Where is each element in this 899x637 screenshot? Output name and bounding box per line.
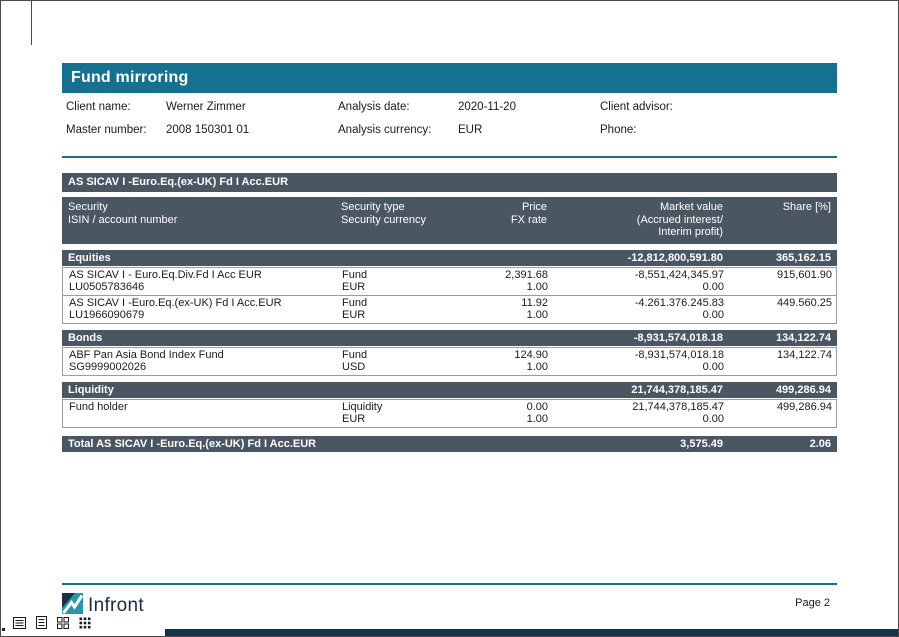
group-rows: ABF Pan Asia Bond Index Fund SG999900202… bbox=[62, 347, 837, 376]
page-number: Page 2 bbox=[795, 597, 830, 609]
group-header-row: Bonds -8,931,574,018.18 134,122.74 bbox=[62, 330, 837, 346]
group-name: Equities bbox=[62, 250, 553, 266]
tiles-view-icon[interactable] bbox=[57, 616, 69, 634]
security-name: Fund holder bbox=[69, 401, 330, 414]
market-value: -8,931,574,018.18 bbox=[560, 349, 724, 362]
security-type: Fund bbox=[342, 349, 450, 362]
col-share: Share [%] bbox=[729, 201, 837, 239]
client-name-label: Client name: bbox=[66, 99, 166, 115]
group-header-row: Equities -12,812,800,591.80 365,162.15 bbox=[62, 250, 837, 266]
security-currency: EUR bbox=[342, 413, 450, 426]
security-currency: EUR bbox=[342, 281, 450, 294]
table-row: Fund holder Liquidity EUR 0.00 1.00 21,7… bbox=[63, 400, 836, 427]
master-number-label: Master number: bbox=[66, 122, 166, 138]
accrued-interest: 0.00 bbox=[560, 413, 724, 426]
total-row: Total AS SICAV I -Euro.Eq.(ex-UK) Fd I A… bbox=[62, 436, 837, 452]
group-market-value: 21,744,378,185.47 bbox=[553, 382, 729, 398]
security-type: Fund bbox=[342, 269, 450, 282]
security-name: AS SICAV I - Euro.Eq.Div.Fd I Acc EUR bbox=[69, 269, 330, 282]
phone-value bbox=[710, 122, 837, 138]
market-value: 21,744,378,185.47 bbox=[560, 401, 724, 414]
group-liquidity: Liquidity 21,744,378,185.47 499,286.94 F… bbox=[62, 382, 837, 428]
analysis-currency-label: Analysis currency: bbox=[338, 122, 458, 138]
table-row: AS SICAV I - Euro.Eq.Div.Fd I Acc EUR LU… bbox=[63, 268, 836, 295]
group-name: Liquidity bbox=[62, 382, 553, 398]
accrued-interest: 0.00 bbox=[560, 281, 724, 294]
group-market-value: -8,931,574,018.18 bbox=[553, 330, 729, 346]
client-name-value: Werner Zimmer bbox=[166, 99, 338, 115]
security-isin: LU1966090679 bbox=[69, 309, 330, 322]
accrued-interest: 0.00 bbox=[560, 309, 724, 322]
client-info: Client name: Werner Zimmer Analysis date… bbox=[62, 99, 837, 138]
divider-rule bbox=[62, 156, 837, 158]
share: 134,122.74 bbox=[736, 349, 832, 362]
share: 499,286.94 bbox=[736, 401, 832, 414]
client-advisor-value bbox=[710, 99, 837, 115]
group-name: Bonds bbox=[62, 330, 553, 346]
viewer-bottom-bar bbox=[165, 629, 899, 637]
group-market-value: -12,812,800,591.80 bbox=[553, 250, 729, 266]
security-type: Liquidity bbox=[342, 401, 450, 414]
total-label: Total AS SICAV I -Euro.Eq.(ex-UK) Fd I A… bbox=[62, 436, 553, 452]
share: 915,601.90 bbox=[736, 269, 832, 282]
market-value: -8,551,424,345.97 bbox=[560, 269, 724, 282]
security-isin: LU0505783646 bbox=[69, 281, 330, 294]
table-row: AS SICAV I -Euro.Eq.(ex-UK) Fd I Acc.EUR… bbox=[63, 295, 836, 323]
group-share: 134,122.74 bbox=[729, 330, 837, 346]
group-rows: AS SICAV I - Euro.Eq.Div.Fd I Acc EUR LU… bbox=[62, 267, 837, 324]
col-security: Security ISIN / account number bbox=[62, 201, 335, 239]
footer-rule bbox=[62, 583, 837, 585]
phone-label: Phone: bbox=[600, 122, 710, 138]
security-type: Fund bbox=[342, 297, 450, 310]
sidebar-edge-line bbox=[31, 1, 32, 45]
fx-rate: 1.00 bbox=[462, 361, 548, 374]
accrued-interest: 0.00 bbox=[560, 361, 724, 374]
report-title-bar: Fund mirroring bbox=[62, 63, 837, 93]
page-title: Fund mirroring bbox=[71, 69, 188, 86]
security-name: ABF Pan Asia Bond Index Fund bbox=[69, 349, 330, 362]
security-isin: SG9999002026 bbox=[69, 361, 330, 374]
col-market-value: Market value (Accrued interest/ Interim … bbox=[553, 201, 729, 239]
price: 11.92 bbox=[462, 297, 548, 310]
col-security-type: Security type Security currency bbox=[335, 201, 455, 239]
security-currency: USD bbox=[342, 361, 450, 374]
analysis-date-label: Analysis date: bbox=[338, 99, 458, 115]
price: 0.00 bbox=[462, 401, 548, 414]
document-page: Fund mirroring Client name: Werner Zimme… bbox=[62, 63, 837, 452]
analysis-date-value: 2020-11-20 bbox=[458, 99, 600, 115]
master-number-value: 2008 150301 01 bbox=[166, 122, 338, 138]
viewer-view-toggles bbox=[13, 616, 91, 634]
grid-view-icon[interactable] bbox=[79, 616, 91, 634]
section-header: AS SICAV I -Euro.Eq.(ex-UK) Fd I Acc.EUR bbox=[62, 173, 837, 192]
price: 124.90 bbox=[462, 349, 548, 362]
security-currency: EUR bbox=[342, 309, 450, 322]
section-title: AS SICAV I -Euro.Eq.(ex-UK) Fd I Acc.EUR bbox=[68, 176, 288, 188]
group-header-row: Liquidity 21,744,378,185.47 499,286.94 bbox=[62, 382, 837, 398]
total-share: 2.06 bbox=[729, 436, 837, 452]
group-equities: Equities -12,812,800,591.80 365,162.15 A… bbox=[62, 250, 837, 324]
group-share: 365,162.15 bbox=[729, 250, 837, 266]
page-view-icon[interactable] bbox=[36, 616, 47, 634]
table-row: ABF Pan Asia Bond Index Fund SG999900202… bbox=[63, 348, 836, 375]
security-isin bbox=[69, 413, 330, 426]
group-share: 499,286.94 bbox=[729, 382, 837, 398]
share: 449.560.25 bbox=[736, 297, 832, 310]
price: 2,391.68 bbox=[462, 269, 548, 282]
total-market-value: 3,575.49 bbox=[553, 436, 729, 452]
fx-rate: 1.00 bbox=[462, 309, 548, 322]
client-advisor-label: Client advisor: bbox=[600, 99, 710, 115]
table-header: Security ISIN / account number Security … bbox=[62, 197, 837, 244]
analysis-currency-value: EUR bbox=[458, 122, 600, 138]
market-value: -4.261.376.245.83 bbox=[560, 297, 724, 310]
viewer-dot bbox=[2, 628, 5, 631]
fx-rate: 1.00 bbox=[462, 281, 548, 294]
security-name: AS SICAV I -Euro.Eq.(ex-UK) Fd I Acc.EUR bbox=[69, 297, 330, 310]
group-rows: Fund holder Liquidity EUR 0.00 1.00 21,7… bbox=[62, 399, 837, 428]
fx-rate: 1.00 bbox=[462, 413, 548, 426]
brand-name: Infront bbox=[88, 595, 144, 617]
group-bonds: Bonds -8,931,574,018.18 134,122.74 ABF P… bbox=[62, 330, 837, 376]
list-view-icon[interactable] bbox=[13, 616, 26, 634]
col-price: Price FX rate bbox=[455, 201, 553, 239]
